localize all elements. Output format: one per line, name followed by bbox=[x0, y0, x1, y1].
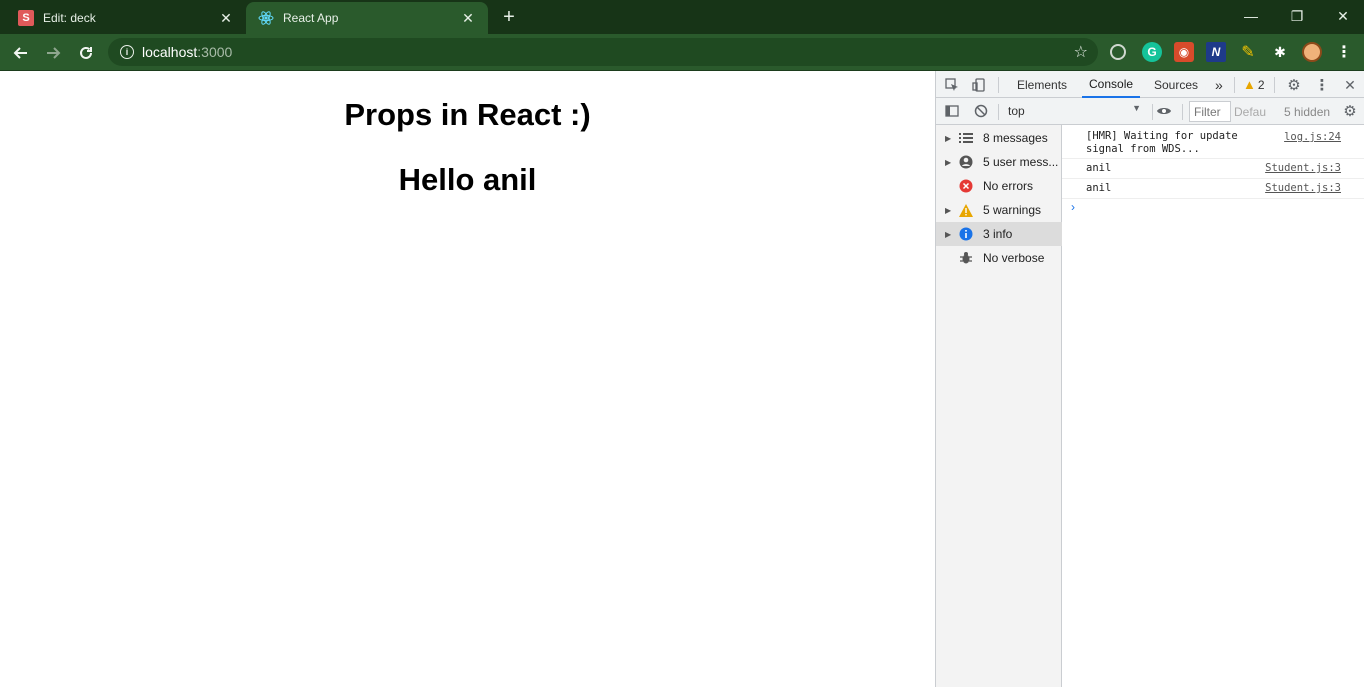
context-selector[interactable]: top ▼ bbox=[1005, 101, 1145, 121]
browser-toolbar: i localhost:3000 ☆ G ◉ N ✎ ✱ ⋮ bbox=[0, 34, 1364, 71]
console-message: anil Student.js:3 bbox=[1062, 159, 1364, 179]
new-tab-button[interactable]: + bbox=[498, 6, 520, 28]
react-icon bbox=[258, 10, 274, 26]
tab-title: Edit: deck bbox=[43, 11, 96, 25]
sidebar-item-warnings[interactable]: ▶ 5 warnings bbox=[936, 198, 1062, 222]
toggle-sidebar-icon[interactable] bbox=[942, 101, 962, 121]
console-filter-bar: top ▼ Filter Defau 5 hidden ⚙ bbox=[936, 98, 1364, 125]
tab-elements[interactable]: Elements bbox=[1017, 71, 1067, 98]
devtools-tabbar: Elements Console Sources » ▲ 2 ⚙ ⋮ ✕ bbox=[936, 71, 1364, 98]
expand-caret-icon: ▶ bbox=[945, 133, 952, 143]
forward-arrow-icon bbox=[47, 47, 61, 59]
greeting-text: Hello anil bbox=[398, 162, 537, 197]
browser-menu-icon[interactable]: ⋮ bbox=[1334, 42, 1354, 62]
more-tabs-icon[interactable]: » bbox=[1215, 71, 1223, 98]
hidden-messages-count: 5 hidden bbox=[1284, 104, 1331, 119]
tab-console[interactable]: Console bbox=[1082, 71, 1141, 98]
tab-title: React App bbox=[283, 11, 339, 25]
expand-caret-icon: ▶ bbox=[945, 205, 952, 215]
back-button[interactable] bbox=[8, 40, 34, 66]
warning-count: 2 bbox=[1257, 77, 1265, 92]
warning-icon bbox=[959, 203, 973, 217]
sidebar-item-info[interactable]: ▶ 3 info bbox=[936, 222, 1062, 246]
close-window-button[interactable]: ✕ bbox=[1320, 4, 1364, 28]
console-source-link[interactable]: Student.js:3 bbox=[1265, 162, 1341, 174]
console-message: anil Student.js:3 bbox=[1062, 179, 1364, 199]
tab-react-app[interactable]: React App ✕ bbox=[246, 2, 488, 34]
settings-gear-icon[interactable]: ⚙ bbox=[1284, 75, 1304, 95]
console-settings-icon[interactable]: ⚙ bbox=[1340, 101, 1360, 121]
page-viewport: Props in React :) Hello anil bbox=[0, 71, 935, 687]
url-port: :3000 bbox=[197, 44, 233, 60]
url-host: localhost bbox=[142, 44, 198, 60]
console-message: [HMR] Waiting for update signal from WDS… bbox=[1062, 128, 1364, 159]
dropdown-arrow-icon: ▼ bbox=[1132, 103, 1141, 113]
devtools-menu-icon[interactable]: ⋮ bbox=[1312, 75, 1332, 95]
extension-circle-icon[interactable] bbox=[1110, 44, 1126, 60]
inspect-element-icon[interactable] bbox=[942, 75, 962, 95]
error-icon bbox=[959, 179, 973, 193]
console-filter-input[interactable]: Filter bbox=[1189, 101, 1231, 122]
device-toolbar-icon[interactable] bbox=[969, 75, 989, 95]
log-levels-dropdown[interactable]: Defau bbox=[1234, 101, 1266, 122]
user-icon bbox=[959, 155, 973, 169]
sidebar-item-verbose[interactable]: No verbose bbox=[936, 246, 1062, 270]
restore-button[interactable]: ❐ bbox=[1274, 4, 1320, 28]
extension-red-icon[interactable]: ◉ bbox=[1174, 42, 1194, 62]
console-prompt[interactable]: › bbox=[1071, 200, 1075, 214]
sidebar-item-label: No verbose bbox=[983, 251, 1045, 265]
warning-icon: ▲ bbox=[1243, 77, 1256, 92]
browser-tabstrip: S Edit: deck ✕ React App ✕ + — ❐ ✕ bbox=[0, 0, 1364, 34]
extension-n-icon[interactable]: N bbox=[1206, 42, 1226, 62]
live-expression-eye-icon[interactable] bbox=[1154, 101, 1174, 121]
sidebar-item-messages[interactable]: ▶ 8 messages bbox=[936, 126, 1062, 150]
back-arrow-icon bbox=[13, 47, 27, 59]
sidebar-item-label: No errors bbox=[983, 179, 1034, 193]
close-tab-icon[interactable]: ✕ bbox=[216, 8, 236, 28]
warnings-counter[interactable]: ▲ 2 bbox=[1243, 71, 1265, 98]
sidebar-item-errors[interactable]: No errors bbox=[936, 174, 1062, 198]
console-output: [HMR] Waiting for update signal from WDS… bbox=[1062, 125, 1364, 687]
close-devtools-icon[interactable]: ✕ bbox=[1340, 75, 1360, 95]
sidebar-item-user-messages[interactable]: ▶ 5 user mess... bbox=[936, 150, 1062, 174]
forward-button[interactable] bbox=[40, 40, 66, 66]
bug-icon bbox=[959, 251, 973, 265]
slides-favicon-icon: S bbox=[18, 10, 34, 26]
bookmark-star-icon[interactable]: ☆ bbox=[1074, 42, 1088, 62]
context-value: top bbox=[1008, 104, 1025, 118]
console-source-link[interactable]: log.js:24 bbox=[1284, 131, 1341, 143]
profile-avatar[interactable] bbox=[1302, 42, 1322, 62]
tab-sources[interactable]: Sources bbox=[1154, 71, 1198, 98]
console-source-link[interactable]: Student.js:3 bbox=[1265, 182, 1341, 194]
extensions-puzzle-icon[interactable]: ✱ bbox=[1270, 42, 1290, 62]
minimize-button[interactable]: — bbox=[1228, 4, 1274, 28]
console-sidebar: ▶ 8 messages ▶ 5 user mess... No errors … bbox=[936, 125, 1062, 687]
address-bar[interactable]: i localhost:3000 ☆ bbox=[108, 38, 1098, 66]
clear-console-icon[interactable] bbox=[971, 101, 991, 121]
page-heading: Props in React :) bbox=[344, 97, 591, 132]
reload-icon bbox=[80, 46, 92, 59]
devtools-panel: Elements Console Sources » ▲ 2 ⚙ ⋮ ✕ top… bbox=[935, 71, 1364, 687]
close-tab-icon[interactable]: ✕ bbox=[458, 8, 478, 28]
sidebar-item-label: 3 info bbox=[983, 227, 1013, 241]
sidebar-item-label: 8 messages bbox=[983, 131, 1048, 145]
site-info-icon[interactable]: i bbox=[120, 45, 134, 59]
info-icon bbox=[959, 227, 973, 241]
tab-edit-deck[interactable]: S Edit: deck ✕ bbox=[0, 2, 246, 34]
sidebar-item-label: 5 user mess... bbox=[983, 155, 1059, 169]
sidebar-item-label: 5 warnings bbox=[983, 203, 1042, 217]
grammarly-icon[interactable]: G bbox=[1142, 42, 1162, 62]
expand-caret-icon: ▶ bbox=[945, 157, 952, 167]
pencil-icon[interactable]: ✎ bbox=[1238, 42, 1258, 62]
reload-button[interactable] bbox=[73, 40, 99, 66]
list-icon bbox=[959, 131, 973, 145]
expand-caret-icon: ▶ bbox=[945, 229, 952, 239]
